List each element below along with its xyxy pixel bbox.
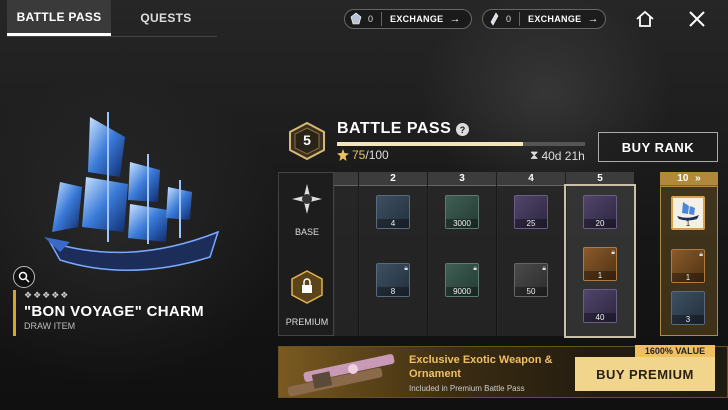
reward-quantity: 1 bbox=[584, 271, 616, 280]
lock-icon: 🔒︎ bbox=[611, 249, 615, 256]
ship-charm-image bbox=[44, 112, 220, 272]
featured-item-info: ❖❖❖❖❖ "BON VOYAGE" CHARM DRAW ITEM bbox=[13, 290, 204, 336]
currency-divider bbox=[381, 12, 383, 26]
column-header-milestone: 10 » bbox=[660, 172, 718, 186]
currency-count: 0 bbox=[506, 14, 512, 24]
buy-premium-button[interactable]: BUY PREMIUM bbox=[575, 357, 715, 391]
reward-column: 25 🔒︎ 50 bbox=[497, 186, 565, 336]
reward-quantity: 3 bbox=[672, 315, 704, 324]
banner-title: Exclusive Exotic Weapon & Ornament bbox=[409, 354, 553, 380]
exchange-label: EXCHANGE bbox=[528, 14, 582, 24]
top-bar: BATTLE PASS QUESTS 0 EXCHANGE → 0 EXCHAN… bbox=[0, 0, 728, 38]
close-button[interactable] bbox=[684, 8, 710, 30]
banner-subtitle: Included in Premium Battle Pass bbox=[409, 384, 525, 393]
tab-quests[interactable]: QUESTS bbox=[118, 0, 214, 36]
base-reward-tile[interactable]: 3000 bbox=[445, 195, 479, 229]
column-header: 3 bbox=[428, 172, 496, 186]
tab-battle-pass[interactable]: BATTLE PASS bbox=[7, 0, 111, 36]
crystal-shard-icon bbox=[490, 12, 499, 26]
currency-crystal-shard[interactable]: 0 EXCHANGE → bbox=[482, 9, 606, 29]
milestone-rank: 10 bbox=[677, 173, 689, 184]
premium-reward-tile[interactable]: 🔒︎ 1 bbox=[671, 249, 705, 283]
base-track-icon bbox=[292, 184, 322, 214]
help-button[interactable]: ? bbox=[456, 123, 469, 136]
premium-track-icon bbox=[291, 270, 323, 304]
reward-quantity: 40 bbox=[584, 313, 616, 322]
rarity-stars: ❖❖❖❖❖ bbox=[24, 290, 70, 300]
reward-quantity: 3000 bbox=[446, 219, 478, 228]
double-chevron-right-icon: » bbox=[695, 173, 701, 184]
premium-reward-tile[interactable]: 40 bbox=[583, 289, 617, 323]
reward-quantity: 8 bbox=[377, 287, 409, 296]
item-type: DRAW ITEM bbox=[24, 321, 76, 331]
magnifier-icon bbox=[18, 271, 30, 283]
arrow-right-icon: → bbox=[449, 13, 461, 25]
premium-reward-tile[interactable]: 🔒︎ 1 bbox=[583, 247, 617, 281]
item-name: "BON VOYAGE" CHARM bbox=[24, 303, 204, 320]
column-header: 2 bbox=[359, 172, 427, 186]
reward-column-milestone: 1 🔒︎ 1 3 bbox=[660, 186, 718, 336]
reward-column: 3000 🔒︎ 9000 bbox=[428, 186, 496, 336]
zoom-button[interactable] bbox=[13, 266, 35, 288]
close-icon bbox=[689, 11, 705, 27]
xp-star-icon bbox=[337, 149, 349, 161]
reward-quantity: 25 bbox=[515, 219, 547, 228]
column-header-partial bbox=[334, 172, 358, 186]
base-reward-tile[interactable]: 25 bbox=[514, 195, 548, 229]
reward-track: BASE PREMIUM 2 4 🔒︎ 8 3 3000 🔒︎ 9000 4 2… bbox=[278, 172, 728, 340]
column-header: 4 bbox=[497, 172, 565, 186]
currency-silver-gem[interactable]: 0 EXCHANGE → bbox=[344, 9, 472, 29]
season-timer: ⧗ 40d 21h bbox=[530, 148, 585, 163]
home-button[interactable] bbox=[632, 8, 658, 30]
tab-divider bbox=[7, 36, 217, 37]
premium-reward-tile[interactable]: 3 bbox=[671, 291, 705, 325]
base-reward-tile[interactable]: 20 bbox=[583, 195, 617, 229]
premium-reward-tile[interactable]: 🔒︎ 50 bbox=[514, 263, 548, 297]
xp-progress-bar bbox=[337, 142, 585, 146]
hourglass-icon: ⧗ bbox=[530, 148, 539, 162]
lock-icon: 🔒︎ bbox=[473, 265, 477, 272]
reward-quantity: 4 bbox=[377, 219, 409, 228]
xp-readout: 75 /100 bbox=[337, 148, 389, 162]
reward-column: 4 🔒︎ 8 bbox=[359, 186, 427, 336]
track-labels: BASE PREMIUM bbox=[278, 172, 334, 336]
reward-quantity: 1 bbox=[685, 219, 691, 228]
base-track-label: BASE bbox=[294, 227, 319, 237]
exotic-weapon-image bbox=[287, 354, 395, 397]
premium-reward-tile[interactable]: 🔒︎ 9000 bbox=[445, 263, 479, 297]
reward-quantity: 1 bbox=[672, 273, 704, 282]
lock-icon: 🔒︎ bbox=[699, 251, 703, 258]
reward-quantity: 9000 bbox=[446, 287, 478, 296]
premium-track-label: PREMIUM bbox=[285, 317, 329, 327]
base-reward-tile-ship[interactable]: 1 bbox=[671, 196, 705, 230]
column-header-current: 5 bbox=[566, 172, 634, 186]
reward-column-partial bbox=[334, 186, 358, 336]
base-reward-tile[interactable]: 4 bbox=[376, 195, 410, 229]
battle-pass-title: BATTLE PASS bbox=[337, 120, 452, 137]
lock-icon: 🔒︎ bbox=[404, 265, 408, 272]
exchange-label: EXCHANGE bbox=[390, 14, 444, 24]
buy-rank-button[interactable]: BUY RANK bbox=[598, 132, 718, 162]
arrow-right-icon: → bbox=[587, 13, 599, 25]
currency-count: 0 bbox=[368, 14, 374, 24]
reward-column-current: 20 🔒︎ 1 40 bbox=[564, 184, 636, 338]
timer-text: 40d 21h bbox=[541, 148, 585, 163]
reward-quantity: 50 bbox=[515, 287, 547, 296]
currency-divider bbox=[519, 12, 521, 26]
silver-gem-icon bbox=[350, 12, 362, 25]
premium-reward-tile[interactable]: 🔒︎ 8 bbox=[376, 263, 410, 297]
home-icon bbox=[636, 10, 654, 27]
premium-banner: Exclusive Exotic Weapon & Ornament Inclu… bbox=[278, 345, 728, 398]
lock-icon: 🔒︎ bbox=[542, 265, 546, 272]
xp-max: /100 bbox=[365, 148, 389, 162]
rank-badge: 5 bbox=[288, 121, 326, 161]
xp-current: 75 bbox=[352, 148, 366, 162]
rank-number: 5 bbox=[303, 132, 311, 148]
xp-progress-fill bbox=[337, 142, 523, 146]
reward-quantity: 20 bbox=[584, 219, 616, 228]
